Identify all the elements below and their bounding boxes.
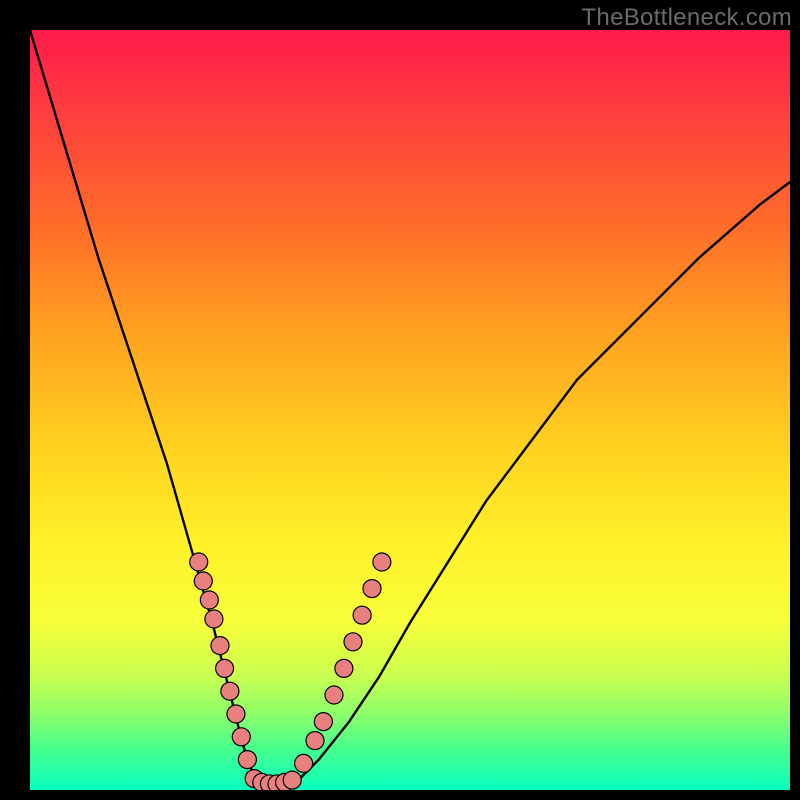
data-dot bbox=[283, 771, 301, 789]
data-dot bbox=[194, 572, 212, 590]
data-dot bbox=[211, 637, 229, 655]
data-dots bbox=[190, 553, 391, 790]
data-dot bbox=[227, 705, 245, 723]
data-dot bbox=[363, 580, 381, 598]
chart-frame: TheBottleneck.com bbox=[0, 0, 800, 800]
data-dot bbox=[216, 659, 234, 677]
data-dot bbox=[205, 610, 223, 628]
data-dot bbox=[314, 713, 332, 731]
data-dot bbox=[353, 606, 371, 624]
curve-svg bbox=[30, 30, 790, 790]
data-dot bbox=[325, 686, 343, 704]
data-dot bbox=[232, 728, 250, 746]
data-dot bbox=[238, 751, 256, 769]
data-dot bbox=[306, 732, 324, 750]
data-dot bbox=[221, 682, 239, 700]
data-dot bbox=[200, 591, 218, 609]
data-dot bbox=[190, 553, 208, 571]
plot-area bbox=[30, 30, 790, 790]
data-dot bbox=[335, 659, 353, 677]
bottleneck-curve bbox=[30, 30, 790, 790]
data-dot bbox=[295, 754, 313, 772]
data-dot bbox=[344, 633, 362, 651]
data-dot bbox=[373, 553, 391, 571]
watermark-text: TheBottleneck.com bbox=[581, 4, 792, 32]
